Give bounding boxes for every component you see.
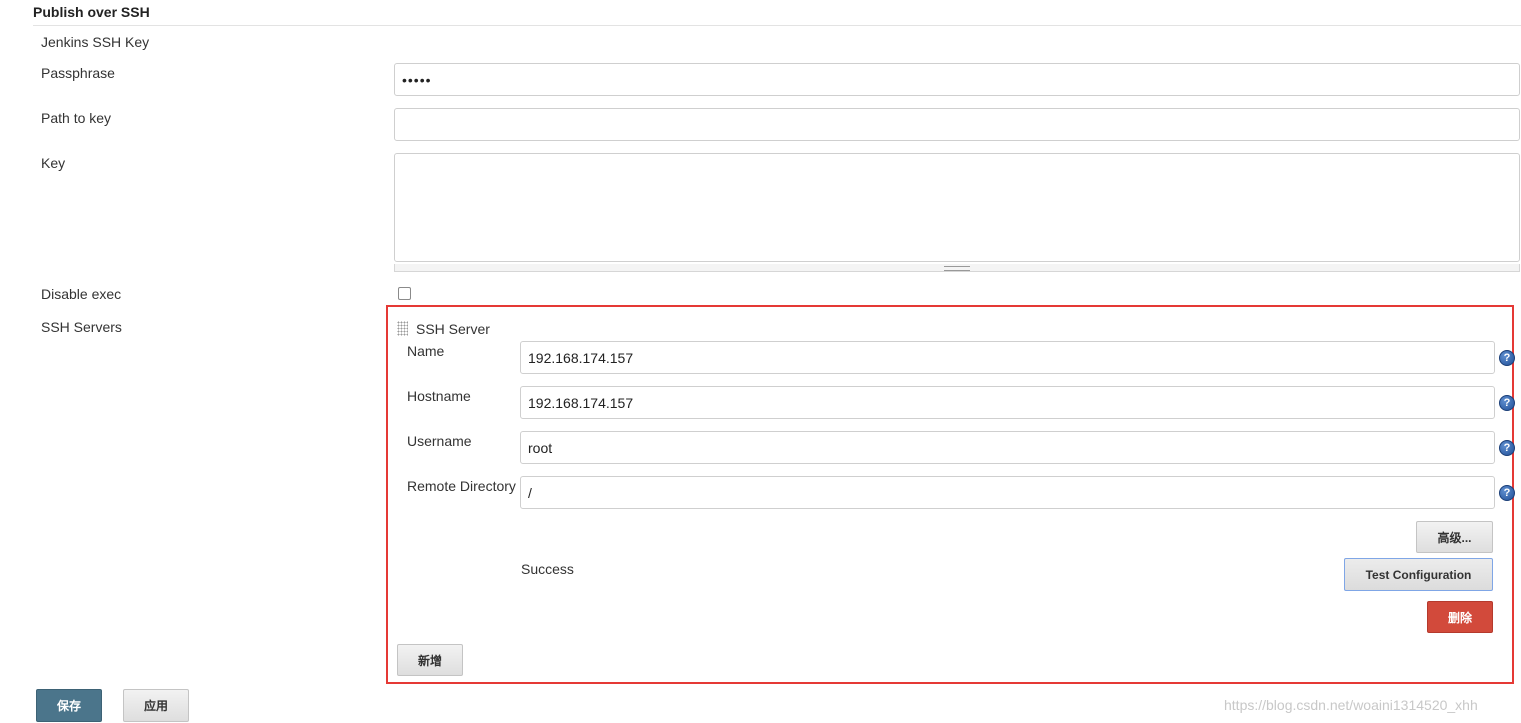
test-status-text: Success — [521, 561, 574, 577]
section-title: Publish over SSH — [33, 4, 150, 20]
drag-handle-icon[interactable] — [397, 321, 408, 336]
save-button[interactable]: 保存 — [36, 689, 102, 722]
ssh-server-header: SSH Server — [416, 321, 490, 337]
disable-exec-label: Disable exec — [41, 286, 122, 302]
remote-directory-field[interactable] — [520, 476, 1495, 509]
hostname-label: Hostname — [407, 388, 471, 404]
server-name-label: Name — [407, 343, 445, 359]
ssh-servers-label: SSH Servers — [41, 319, 122, 335]
test-configuration-button[interactable]: Test Configuration — [1344, 558, 1493, 591]
key-label: Key — [41, 155, 66, 171]
path-to-key-label: Path to key — [41, 110, 112, 126]
hostname-help-icon[interactable]: ? — [1499, 395, 1515, 411]
key-textarea[interactable] — [394, 153, 1520, 262]
add-server-button[interactable]: 新增 — [397, 644, 463, 676]
passphrase-label: Passphrase — [41, 65, 115, 81]
textarea-resize-handle[interactable] — [394, 264, 1520, 272]
apply-button[interactable]: 应用 — [123, 689, 189, 722]
path-to-key-field[interactable] — [394, 108, 1520, 141]
hostname-field[interactable] — [520, 386, 1495, 419]
remote-directory-label: Remote Directory — [407, 478, 516, 494]
remote-directory-help-icon[interactable]: ? — [1499, 485, 1515, 501]
delete-server-button[interactable]: 删除 — [1427, 601, 1493, 633]
grip-icon — [944, 266, 970, 271]
username-label: Username — [407, 433, 472, 449]
username-field[interactable] — [520, 431, 1495, 464]
disable-exec-checkbox[interactable] — [398, 287, 411, 300]
jenkins-ssh-key-label: Jenkins SSH Key — [41, 34, 150, 50]
advanced-button[interactable]: 高级... — [1416, 521, 1493, 553]
passphrase-field[interactable] — [394, 63, 1520, 96]
server-name-field[interactable] — [520, 341, 1495, 374]
watermark-text: https://blog.csdn.net/woaini1314520_xhh — [1224, 697, 1478, 713]
username-help-icon[interactable]: ? — [1499, 440, 1515, 456]
section-divider — [33, 25, 1521, 26]
name-help-icon[interactable]: ? — [1499, 350, 1515, 366]
